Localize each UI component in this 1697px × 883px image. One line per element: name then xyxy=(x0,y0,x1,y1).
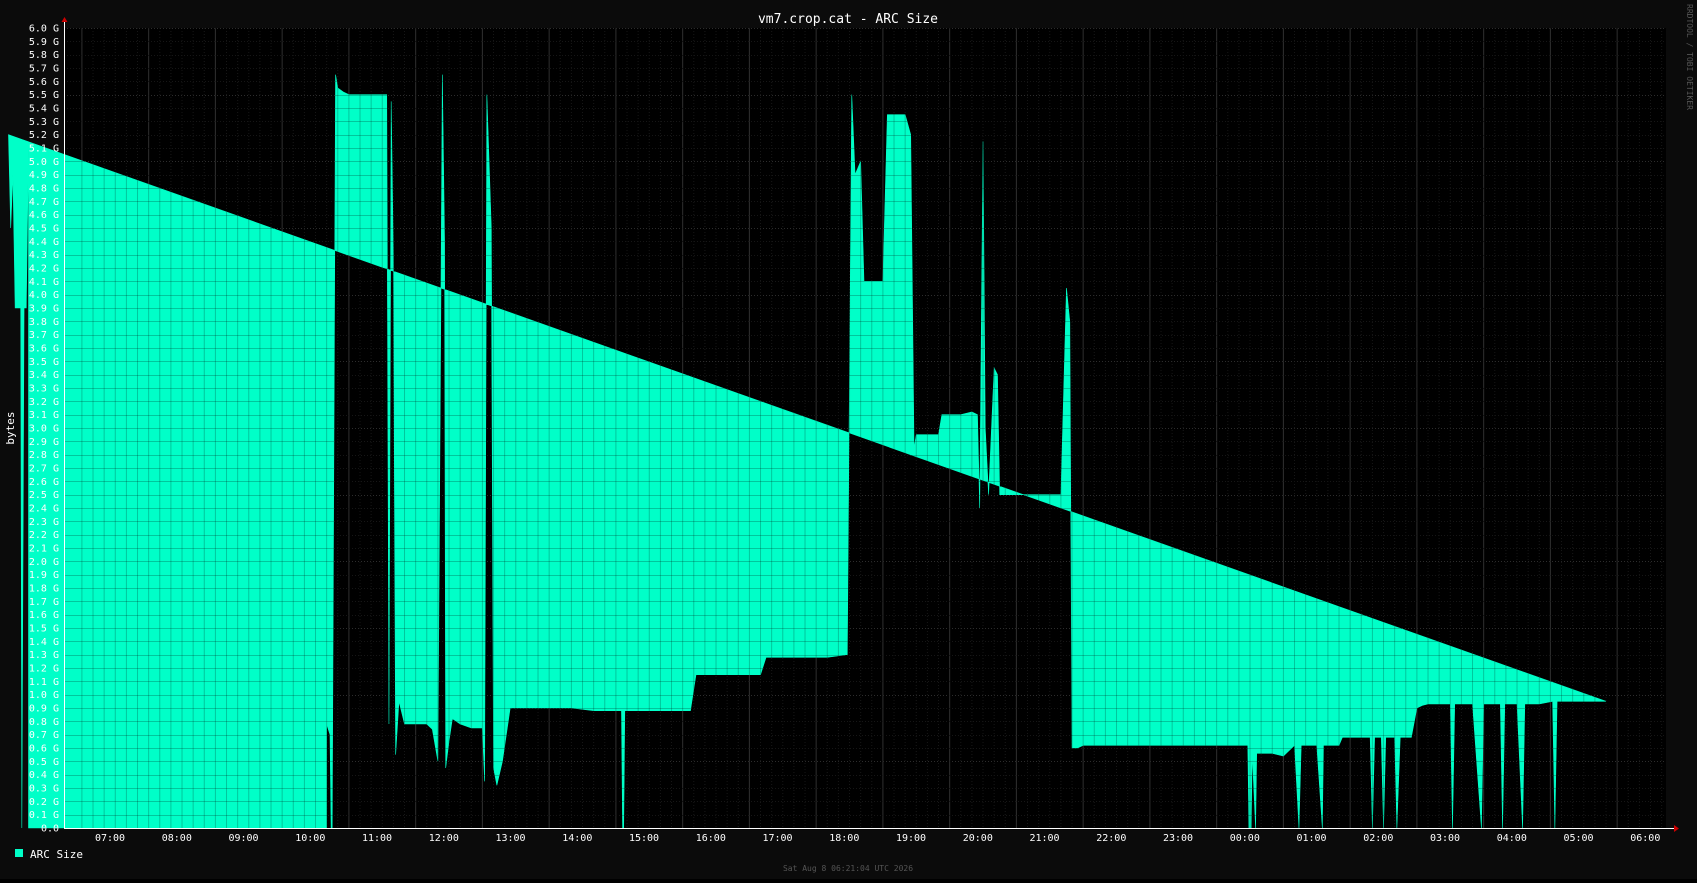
y-tick-label: 1.1 G xyxy=(29,677,59,688)
y-tick-label: 1.9 G xyxy=(29,570,59,581)
y-tick-label: 1.3 G xyxy=(29,650,59,661)
x-tick-label: 06:00 xyxy=(1630,833,1660,844)
y-tick-label: 0.6 G xyxy=(29,744,59,755)
y-tick-label: 2.5 G xyxy=(29,490,59,501)
y-tick-label: 0.1 G xyxy=(29,810,59,821)
y-tick-label: 5.9 G xyxy=(29,37,59,48)
footer-timestamp: Sat Aug 8 06:21:04 UTC 2026 xyxy=(783,864,913,873)
x-tick-label: 11:00 xyxy=(362,833,392,844)
y-tick-label: 0.4 G xyxy=(29,770,59,781)
chart-title: vm7.crop.cat - ARC Size xyxy=(758,12,938,27)
y-tick-label: 1.8 G xyxy=(29,584,59,595)
x-tick-label: 13:00 xyxy=(495,833,525,844)
y-tick-label: 3.6 G xyxy=(29,344,59,355)
y-tick-label: 3.0 G xyxy=(29,424,59,435)
y-tick-label: 5.7 G xyxy=(29,64,59,75)
x-tick-label: 01:00 xyxy=(1296,833,1326,844)
y-tick-label: 2.8 G xyxy=(29,450,59,461)
x-tick-label: 12:00 xyxy=(429,833,459,844)
y-tick-label: 4.0 G xyxy=(29,290,59,301)
x-tick-label: 14:00 xyxy=(562,833,592,844)
x-tick-label: 09:00 xyxy=(228,833,258,844)
y-tick-label: 1.2 G xyxy=(29,664,59,675)
x-tick-label: 19:00 xyxy=(896,833,926,844)
y-tick-label: 0.0 xyxy=(41,824,59,835)
y-tick-label: 5.4 G xyxy=(29,104,59,115)
y-tick-label: 3.9 G xyxy=(29,304,59,315)
y-tick-label: 3.1 G xyxy=(29,410,59,421)
y-tick-label: 4.1 G xyxy=(29,277,59,288)
x-tick-label: 02:00 xyxy=(1363,833,1393,844)
x-tick-label: 20:00 xyxy=(963,833,993,844)
y-tick-label: 2.3 G xyxy=(29,517,59,528)
y-tick-label: 2.2 G xyxy=(29,530,59,541)
arc-size-chart: 0.0 0.1 G 0.2 G 0.3 G 0.4 G 0.5 G 0.6 G 0.7 G 0.… xyxy=(0,0,1697,879)
watermark: RRDTOOL / TOBI OETIKER xyxy=(1685,4,1694,110)
y-tick-label: 1.7 G xyxy=(29,597,59,608)
x-tick-label: 10:00 xyxy=(295,833,325,844)
y-tick-label: 1.5 G xyxy=(29,624,59,635)
y-tick-label: 2.1 G xyxy=(29,544,59,555)
y-tick-label: 5.5 G xyxy=(29,90,59,101)
overlay-grid xyxy=(64,28,1666,829)
chart-container: 0.0 0.1 G 0.2 G 0.3 G 0.4 G 0.5 G 0.6 G 0.7 G 0.… xyxy=(0,0,1697,879)
y-tick-label: 0.3 G xyxy=(29,784,59,795)
y-tick-label: 4.2 G xyxy=(29,264,59,275)
x-tick-label: 21:00 xyxy=(1029,833,1059,844)
x-tick-label: 15:00 xyxy=(629,833,659,844)
y-tick-label: 4.3 G xyxy=(29,250,59,261)
y-tick-label: 4.6 G xyxy=(29,210,59,221)
y-tick-label: 0.8 G xyxy=(29,717,59,728)
y-tick-label: 1.0 G xyxy=(29,690,59,701)
y-tick-label: 4.7 G xyxy=(29,197,59,208)
y-tick-label: 5.6 G xyxy=(29,77,59,88)
x-tick-label: 08:00 xyxy=(162,833,192,844)
legend-label: ARC Size xyxy=(30,848,83,861)
y-tick-label: 3.2 G xyxy=(29,397,59,408)
x-tick-label: 17:00 xyxy=(762,833,792,844)
y-tick-label: 5.3 G xyxy=(29,117,59,128)
x-tick-label: 03:00 xyxy=(1430,833,1460,844)
y-tick-label: 0.2 G xyxy=(29,797,59,808)
y-tick-label: 3.7 G xyxy=(29,330,59,341)
y-tick-label: 4.5 G xyxy=(29,224,59,235)
y-tick-label: 5.8 G xyxy=(29,50,59,61)
y-tick-label: 2.4 G xyxy=(29,504,59,515)
y-tick-label: 3.4 G xyxy=(29,370,59,381)
y-tick-label: 4.9 G xyxy=(29,170,59,181)
x-tick-label: 23:00 xyxy=(1163,833,1193,844)
y-tick-label: 2.0 G xyxy=(29,557,59,568)
y-tick-label: 3.3 G xyxy=(29,384,59,395)
y-tick-label: 2.7 G xyxy=(29,464,59,475)
x-tick-label: 18:00 xyxy=(829,833,859,844)
y-tick-label: 1.6 G xyxy=(29,610,59,621)
y-tick-label: 2.9 G xyxy=(29,437,59,448)
y-axis-label: bytes xyxy=(4,411,17,444)
y-tick-label: 5.2 G xyxy=(29,130,59,141)
y-tick-label: 0.5 G xyxy=(29,757,59,768)
y-tick-label: 6.0 G xyxy=(29,24,59,35)
x-tick-label: 05:00 xyxy=(1563,833,1593,844)
x-tick-label: 07:00 xyxy=(95,833,125,844)
y-tick-label: 2.6 G xyxy=(29,477,59,488)
y-tick-label: 1.4 G xyxy=(29,637,59,648)
y-tick-label: 4.8 G xyxy=(29,184,59,195)
x-tick-label: 22:00 xyxy=(1096,833,1126,844)
y-tick-label: 0.9 G xyxy=(29,704,59,715)
y-tick-label: 4.4 G xyxy=(29,237,59,248)
x-tick-label: 16:00 xyxy=(696,833,726,844)
y-tick-label: 5.1 G xyxy=(29,144,59,155)
x-tick-label: 00:00 xyxy=(1230,833,1260,844)
y-tick-label: 3.8 G xyxy=(29,317,59,328)
y-tick-label: 3.5 G xyxy=(29,357,59,368)
y-tick-label: 0.7 G xyxy=(29,730,59,741)
x-tick-label: 04:00 xyxy=(1497,833,1527,844)
y-tick-label: 5.0 G xyxy=(29,157,59,168)
legend-swatch xyxy=(15,849,23,857)
